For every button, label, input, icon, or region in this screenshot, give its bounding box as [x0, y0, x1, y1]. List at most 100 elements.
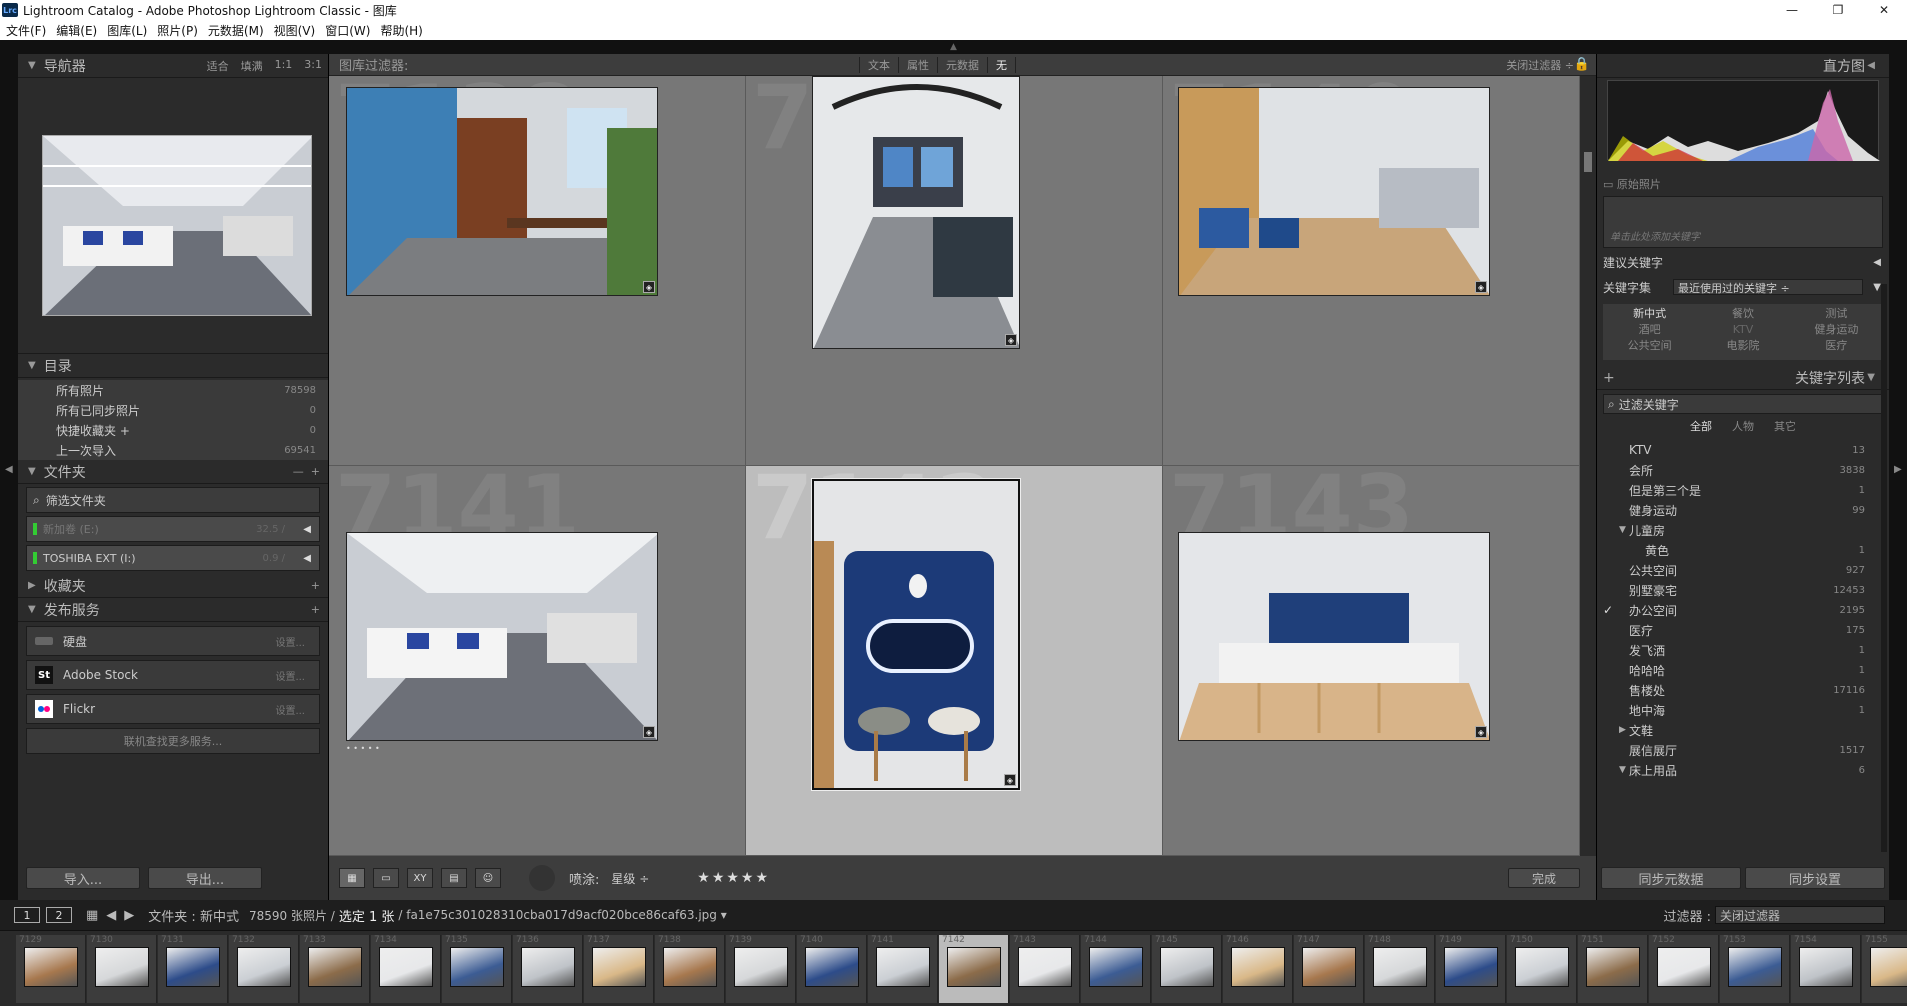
service-setup-link[interactable]: 设置... [275, 634, 305, 649]
grid-scrollbar[interactable] [1580, 76, 1596, 856]
filmstrip-thumbnail[interactable]: 7144 [1081, 935, 1151, 1003]
grid-cell[interactable]: 7139 ◈ [746, 76, 1163, 466]
keyword-list-item[interactable]: 公共空间 927 [1597, 560, 1879, 580]
right-panel-scrollbar[interactable] [1881, 284, 1887, 852]
zoom-fill[interactable]: 填满 [241, 58, 263, 74]
keyword-tab-all[interactable]: 全部 [1690, 418, 1712, 438]
keyword-list-item[interactable]: 健身运动 99 [1597, 500, 1879, 520]
back-arrow-icon[interactable]: ◀ [106, 908, 116, 923]
filmstrip-thumbnail[interactable]: 7150 [1507, 935, 1577, 1003]
keyword-tab-people[interactable]: 人物 [1732, 418, 1754, 438]
filmstrip-thumbnail[interactable]: 7143 [1010, 935, 1080, 1003]
keyword-list-item[interactable]: 会所 3838 [1597, 460, 1879, 480]
top-panel-toggle[interactable]: ▲ [0, 40, 1907, 54]
keyword-list-item[interactable]: 地中海 1 [1597, 700, 1879, 720]
source-path[interactable]: 文件夹 : 新中式 [148, 906, 239, 925]
filmstrip-image[interactable] [1870, 947, 1907, 987]
collections-header[interactable]: ▶ 收藏夹 + [18, 574, 328, 598]
grid-cell[interactable]: 7141 ◈ • • • • • [329, 466, 746, 856]
photo-thumbnail[interactable]: ◈ [1178, 532, 1490, 741]
filter-tab-metadata[interactable]: 元数据 [937, 56, 987, 73]
loupe-view-icon[interactable]: ▭ [373, 868, 399, 888]
filmstrip-image[interactable] [947, 947, 1001, 987]
filmstrip-thumbnail[interactable]: 7133 [300, 935, 370, 1003]
photo-thumbnail-selected[interactable]: ◈ [811, 478, 1021, 791]
filmstrip-image[interactable] [1373, 947, 1427, 987]
filmstrip-thumbnail[interactable]: 7145 [1152, 935, 1222, 1003]
star-rating[interactable]: ★★★★★ [697, 870, 770, 886]
menu-photo[interactable]: 照片(P) [157, 22, 198, 39]
grid-cell[interactable]: 7143 ◈ [1163, 466, 1580, 856]
keyword-set-dropdown[interactable]: 最近使用过的关键字 ÷ [1673, 279, 1863, 295]
filmstrip-thumbnail[interactable]: 7137 [584, 935, 654, 1003]
keyword-tag[interactable]: 公共空间 [1603, 338, 1696, 354]
painter-mode-dropdown[interactable]: 星级 ÷ [611, 870, 649, 887]
sync-metadata-button[interactable]: 同步元数据 [1601, 867, 1741, 889]
keyword-tag[interactable]: 餐饮 [1696, 306, 1789, 322]
expand-left-icon[interactable]: ◀ [303, 524, 311, 535]
filmstrip-thumbnail[interactable]: 7141 [868, 935, 938, 1003]
find-more-services-button[interactable]: 联机查找更多服务... [26, 728, 320, 754]
original-photo-checkbox[interactable]: ▭ 原始照片 [1603, 176, 1661, 192]
catalog-item[interactable]: 上一次导入 69541 [18, 440, 328, 460]
filmstrip-image[interactable] [1160, 947, 1214, 987]
filmstrip-thumbnail[interactable]: 7146 [1223, 935, 1293, 1003]
filmstrip-thumbnail[interactable]: 7130 [87, 935, 157, 1003]
filmstrip-thumbnail[interactable]: 7147 [1294, 935, 1364, 1003]
filter-tab-attribute[interactable]: 属性 [898, 56, 937, 73]
filmstrip-image[interactable] [1302, 947, 1356, 987]
photo-thumbnail[interactable]: ◈ [346, 532, 658, 741]
keyword-list-item[interactable]: 展信展厅 1517 [1597, 740, 1879, 760]
keyword-list-item[interactable]: 但是第三个是 1 [1597, 480, 1879, 500]
filmstrip-image[interactable] [95, 947, 149, 987]
collection-add-icon[interactable]: + [311, 579, 320, 592]
menu-file[interactable]: 文件(F) [6, 22, 46, 39]
done-button[interactable]: 完成 [1508, 868, 1580, 888]
keyword-list-item[interactable]: 售楼处 17116 [1597, 680, 1879, 700]
keyword-input-area[interactable]: 单击此处添加关键字 [1603, 196, 1883, 248]
forward-arrow-icon[interactable]: ▶ [124, 908, 134, 923]
folders-header[interactable]: ▼ 文件夹 — + [18, 460, 328, 484]
filmstrip-thumbnail[interactable]: 7154 [1791, 935, 1861, 1003]
keyword-list-item[interactable]: 别墅豪宅 12453 [1597, 580, 1879, 600]
keyword-tag[interactable]: 健身运动 [1790, 322, 1883, 338]
zoom-1-1[interactable]: 1:1 [275, 58, 293, 74]
publish-service-adobe-stock[interactable]: St Adobe Stock 设置... [26, 660, 320, 690]
catalog-item[interactable]: 所有照片 78598 [18, 380, 328, 400]
keyword-list-item[interactable]: 发飞洒 1 [1597, 640, 1879, 660]
filmstrip-thumbnail[interactable]: 7136 [513, 935, 583, 1003]
left-panel-toggle-icon[interactable]: ◀ [5, 464, 13, 475]
filmstrip-image[interactable] [1657, 947, 1711, 987]
sync-settings-button[interactable]: 同步设置 [1745, 867, 1885, 889]
catalog-item[interactable]: 所有已同步照片 0 [18, 400, 328, 420]
lock-icon[interactable]: 🔒 [1574, 57, 1590, 72]
photo-thumbnail[interactable]: ◈ [1178, 87, 1490, 296]
keyword-tag[interactable]: 新中式 [1603, 306, 1696, 322]
filmstrip-thumbnail[interactable]: 7149 [1436, 935, 1506, 1003]
filmstrip-image[interactable] [450, 947, 504, 987]
keyword-list-item[interactable]: ✓ 办公空间 2195 [1597, 600, 1879, 620]
publish-service-flickr[interactable]: Flickr 设置... [26, 694, 320, 724]
filmstrip-image[interactable] [1231, 947, 1285, 987]
survey-view-icon[interactable]: ▤ [441, 868, 467, 888]
menu-help[interactable]: 帮助(H) [380, 22, 422, 39]
checked-icon[interactable]: ✓ [1603, 603, 1613, 617]
keyword-tag[interactable]: 电影院 [1696, 338, 1789, 354]
drive-item[interactable]: 新加卷 (E:) 32.5 / ◀ [26, 516, 320, 542]
left-edge[interactable]: ◀ [0, 54, 18, 900]
publish-header[interactable]: ▼ 发布服务 + [18, 598, 328, 622]
tree-toggle-icon[interactable]: ▼ [1619, 765, 1626, 775]
filmstrip-image[interactable] [1515, 947, 1569, 987]
menu-window[interactable]: 窗口(W) [325, 22, 370, 39]
photo-thumbnail[interactable]: ◈ [346, 87, 658, 296]
compare-view-icon[interactable]: XY [407, 868, 433, 888]
filmstrip-image[interactable] [663, 947, 717, 987]
close-filter-dropdown[interactable]: 关闭过滤器 ÷ [1506, 57, 1574, 73]
navigator-preview-image[interactable] [42, 135, 312, 316]
grid-view-icon[interactable]: ▦ [339, 868, 365, 888]
zoom-fit[interactable]: 适合 [207, 58, 229, 74]
keyword-list-item[interactable]: ▼ 儿童房 [1597, 520, 1879, 540]
filmstrip-thumbnail[interactable]: 7153 [1720, 935, 1790, 1003]
catalog-header[interactable]: ▼ 目录 [18, 354, 328, 378]
zoom-3-1[interactable]: 3:1 [304, 58, 322, 74]
